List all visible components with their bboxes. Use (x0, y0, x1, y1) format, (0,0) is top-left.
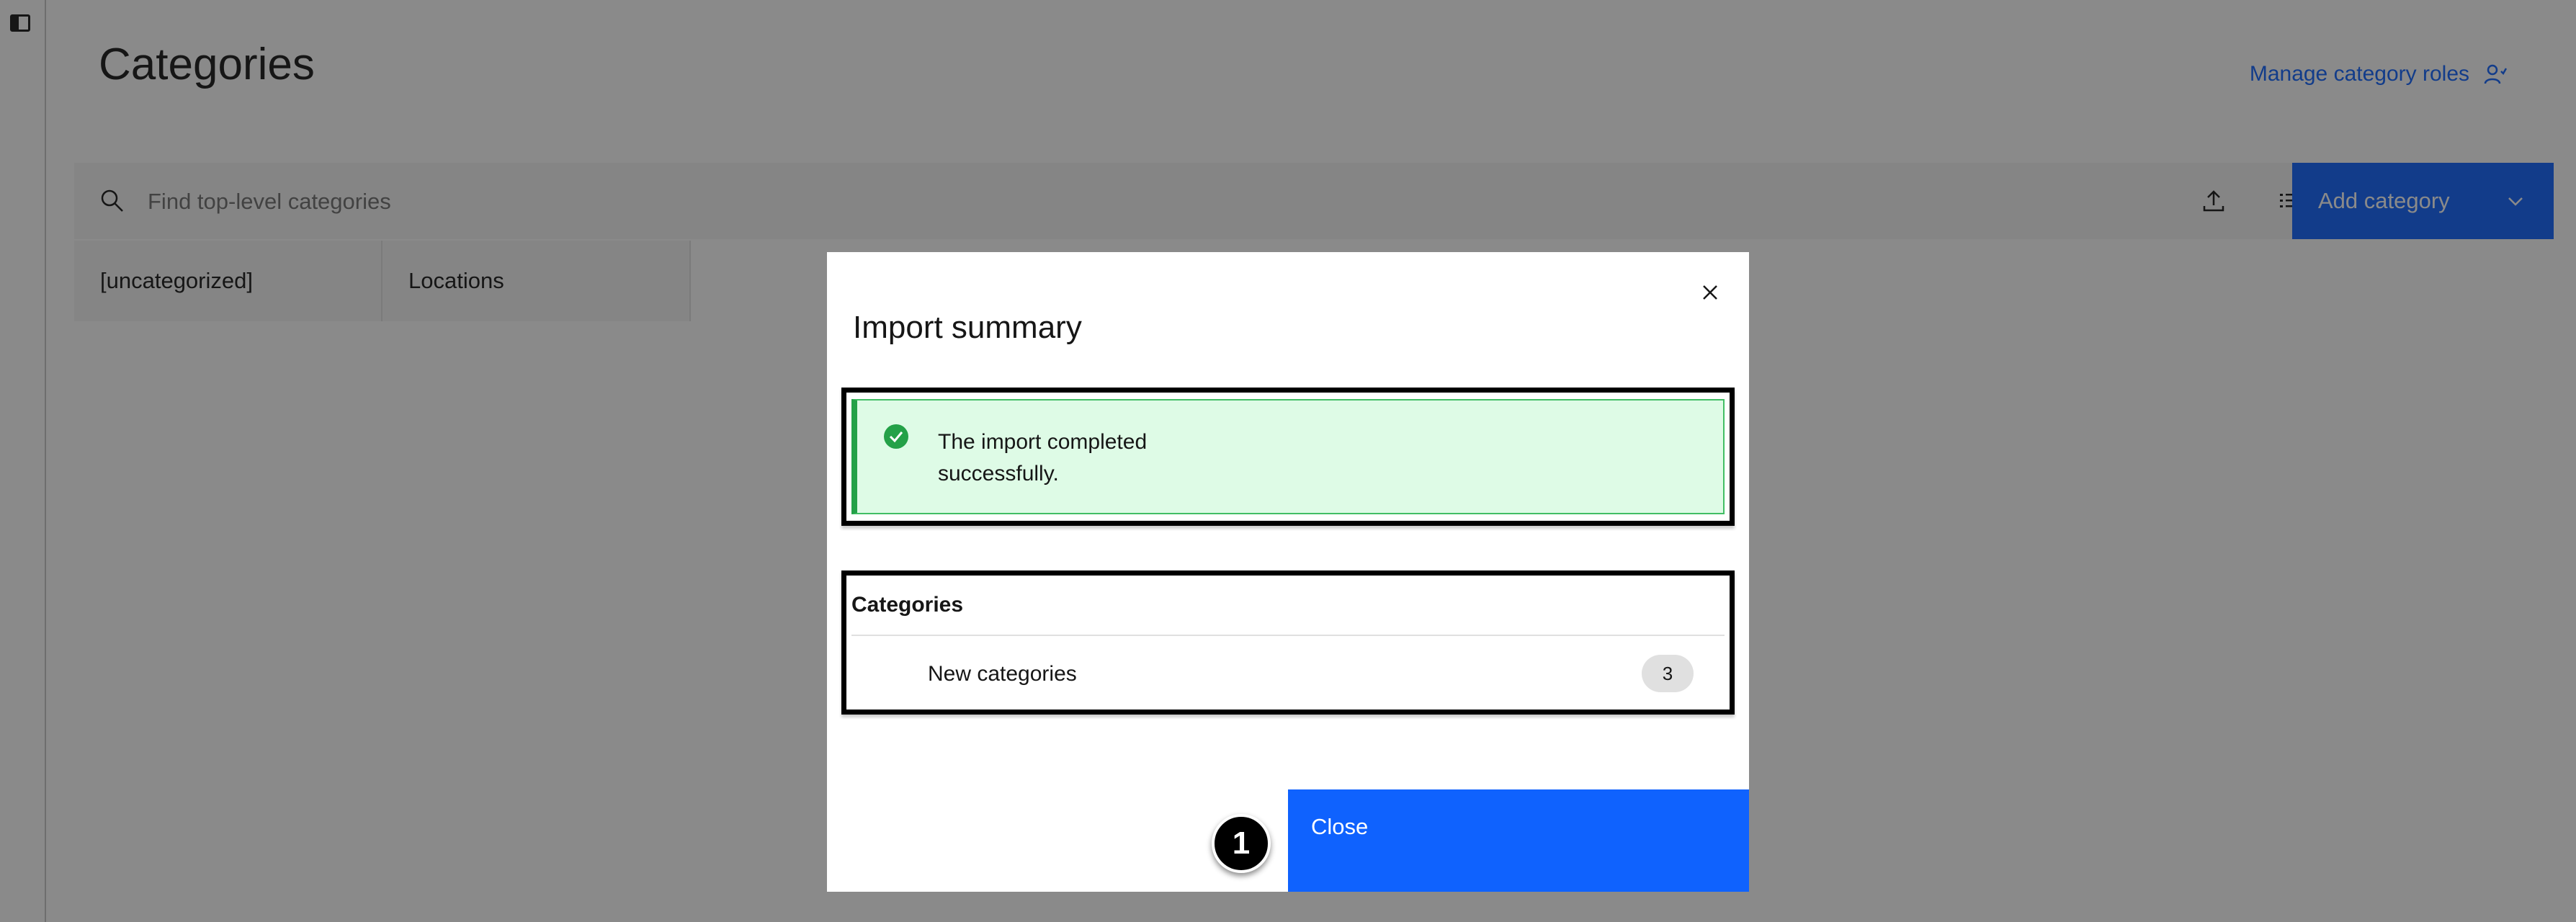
step-marker: 1 (1212, 814, 1271, 873)
section-title: Categories (851, 593, 964, 617)
close-button-label: Close (1311, 814, 1369, 839)
checkmark-filled-icon (884, 424, 908, 449)
import-summary-modal: Import summary The import completed succ… (827, 252, 1749, 892)
close-icon[interactable] (1697, 279, 1723, 305)
count-badge: 3 (1642, 655, 1694, 692)
notification-text: The import completed successfully. (938, 430, 1148, 485)
new-categories-label: New categories (928, 662, 1077, 686)
notification-highlight: The import completed successfully. (841, 388, 1735, 526)
modal-title: Import summary (853, 310, 1082, 345)
categories-summary-highlight: Categories New categories 3 (841, 570, 1735, 715)
close-button[interactable]: Close (1288, 789, 1749, 892)
success-notification: The import completed successfully. (851, 399, 1725, 514)
section-divider (851, 635, 1725, 636)
